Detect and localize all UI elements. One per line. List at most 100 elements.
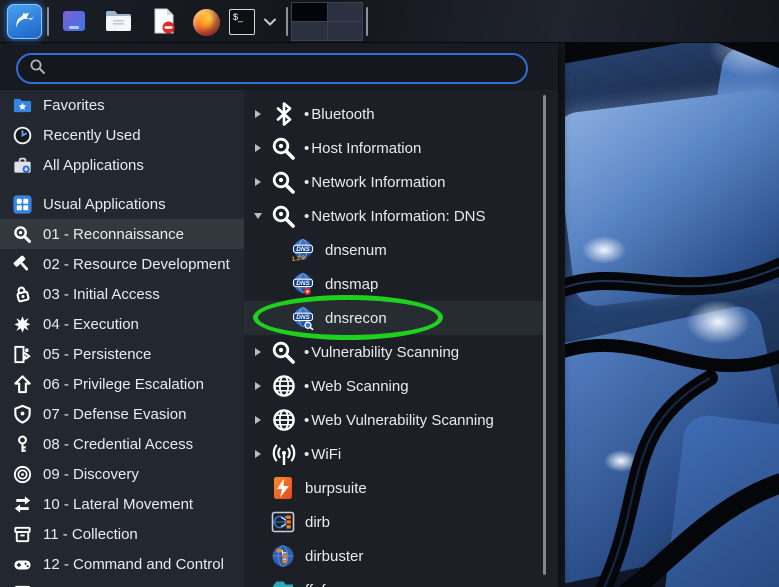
- shield-icon: [11, 403, 33, 425]
- archive-box-icon: [11, 523, 33, 545]
- grid-icon: [11, 193, 33, 215]
- workspace-2[interactable]: [327, 3, 362, 21]
- app-menu-button[interactable]: [7, 4, 42, 39]
- search-dot-icon: [270, 203, 297, 230]
- item-label: Network Information: [311, 173, 446, 191]
- item-label: dnsmap: [325, 275, 379, 293]
- arrow-up-icon: [11, 373, 33, 395]
- category-10-lateral-movement[interactable]: 10 - Lateral Movement: [0, 489, 244, 519]
- menu-group-bluetooth[interactable]: • Bluetooth: [244, 97, 544, 131]
- category-02-resource-development[interactable]: 02 - Resource Development: [0, 249, 244, 279]
- panel-separator: [47, 7, 49, 36]
- dnsenum-icon: DNS 1.2.3.: [291, 238, 315, 262]
- radar-icon: [11, 463, 33, 485]
- workspace-4[interactable]: [327, 22, 362, 40]
- panel-separator: [286, 7, 288, 36]
- category-03-initial-access[interactable]: 03 - Initial Access: [0, 279, 244, 309]
- category-label: 07 - Defense Evasion: [43, 405, 187, 423]
- category-11-collection[interactable]: 11 - Collection: [0, 519, 244, 549]
- workspace-switcher[interactable]: [291, 2, 363, 41]
- item-label: burpsuite: [305, 479, 367, 497]
- item-label: Web Vulnerability Scanning: [311, 411, 494, 429]
- menu-group-host-information[interactable]: • Host Information: [244, 131, 544, 165]
- text-editor-button[interactable]: [150, 8, 178, 36]
- menu-app-dirbuster[interactable]: dirbuster: [244, 539, 544, 573]
- favorites-folder-icon: [11, 94, 33, 116]
- desktop-wallpaper: [558, 0, 779, 587]
- category-partial-next[interactable]: [0, 579, 244, 587]
- expander-icon[interactable]: [253, 348, 263, 356]
- category-08-credential-access[interactable]: 08 - Credential Access: [0, 429, 244, 459]
- sidebar-item-label: Recently Used: [43, 126, 141, 144]
- menu-app-burpsuite[interactable]: burpsuite: [244, 471, 544, 505]
- category-label: 01 - Reconnaissance: [43, 225, 184, 243]
- search-icon: [29, 58, 46, 80]
- expander-icon[interactable]: [253, 144, 263, 152]
- category-12-command-and-control[interactable]: 12 - Command and Control: [0, 549, 244, 579]
- whisker-menu: Favorites Recently Used All Applications…: [0, 43, 558, 587]
- category-label: 04 - Execution: [43, 315, 139, 333]
- firefox-button[interactable]: [192, 8, 220, 36]
- category-06-privilege-escalation[interactable]: 06 - Privilege Escalation: [0, 369, 244, 399]
- expander-icon[interactable]: [253, 450, 263, 458]
- terminal-button[interactable]: $_: [228, 8, 256, 36]
- key-icon: [11, 433, 33, 455]
- wifi-icon: [270, 441, 297, 468]
- expander-icon[interactable]: [253, 416, 263, 424]
- category-label: 08 - Credential Access: [43, 435, 194, 453]
- scrollbar-thumb[interactable]: [543, 95, 546, 575]
- panel-chevron-button[interactable]: [260, 8, 280, 36]
- sidebar-item-favorites[interactable]: Favorites: [0, 90, 244, 120]
- menu-sidebar: Favorites Recently Used All Applications…: [0, 90, 244, 587]
- exit-door-icon: [11, 343, 33, 365]
- magnifier-icon: [11, 223, 33, 245]
- globe-icon: [270, 407, 297, 434]
- category-07-defense-evasion[interactable]: 07 - Defense Evasion: [0, 399, 244, 429]
- gamepad-icon: [11, 553, 33, 575]
- file-manager-button[interactable]: [103, 8, 131, 36]
- category-icon-partial: [11, 583, 33, 587]
- expander-icon[interactable]: [253, 178, 263, 186]
- menu-group-web-vulnerability-scanning[interactable]: • Web Vulnerability Scanning: [244, 403, 544, 437]
- expander-icon[interactable]: [253, 110, 263, 118]
- category-09-discovery[interactable]: 09 - Discovery: [0, 459, 244, 489]
- menu-group-network-information[interactable]: • Network Information: [244, 165, 544, 199]
- expander-icon[interactable]: [253, 382, 263, 390]
- sidebar-item-recently-used[interactable]: Recently Used: [0, 120, 244, 150]
- sidebar-item-all-applications[interactable]: All Applications: [0, 150, 244, 180]
- menu-group-web-scanning[interactable]: • Web Scanning: [244, 369, 544, 403]
- globe-icon: [270, 373, 297, 400]
- menu-app-dirb[interactable]: dirb: [244, 505, 544, 539]
- workspace-1[interactable]: [292, 3, 327, 21]
- item-label: Web Scanning: [311, 377, 409, 395]
- kali-dragon-icon: [13, 8, 37, 35]
- show-desktop-button[interactable]: [60, 8, 88, 36]
- chevron-down-icon: [263, 15, 277, 30]
- menu-items-pane: • Bluetooth • Host Information • Network…: [244, 90, 558, 587]
- category-usual-applications[interactable]: Usual Applications: [0, 189, 244, 219]
- item-label: ffuf: [305, 582, 326, 587]
- workspace-3[interactable]: [292, 22, 327, 40]
- search-box[interactable]: [16, 53, 528, 84]
- category-04-execution[interactable]: 04 - Execution: [0, 309, 244, 339]
- category-05-persistence[interactable]: 05 - Persistence: [0, 339, 244, 369]
- category-label: 03 - Initial Access: [43, 285, 160, 303]
- menu-group-vulnerability-scanning[interactable]: • Vulnerability Scanning: [244, 335, 544, 369]
- expander-icon[interactable]: [253, 213, 263, 219]
- menu-app-dnsenum[interactable]: DNS 1.2.3. dnsenum: [244, 233, 544, 267]
- menu-app-dnsrecon[interactable]: DNS dnsrecon: [244, 301, 544, 335]
- search-dot-icon: [270, 169, 297, 196]
- category-01-reconnaissance[interactable]: 01 - Reconnaissance: [0, 219, 244, 249]
- menu-group-network-information-dns[interactable]: • Network Information: DNS: [244, 199, 544, 233]
- desktop-icon: [61, 8, 87, 37]
- dirb-icon: [271, 510, 295, 534]
- menu-app-ffuf[interactable]: ffuf: [244, 573, 544, 587]
- menu-group-wifi[interactable]: • WiFi: [244, 437, 544, 471]
- category-label: 10 - Lateral Movement: [43, 495, 194, 513]
- wallpaper-cables: [558, 11, 779, 587]
- folder-icon: [103, 7, 132, 37]
- search-input[interactable]: [54, 55, 515, 82]
- svg-text:DNS: DNS: [296, 280, 310, 287]
- menu-app-dnsmap[interactable]: DNS dnsmap: [244, 267, 544, 301]
- search-dot-icon: [270, 339, 297, 366]
